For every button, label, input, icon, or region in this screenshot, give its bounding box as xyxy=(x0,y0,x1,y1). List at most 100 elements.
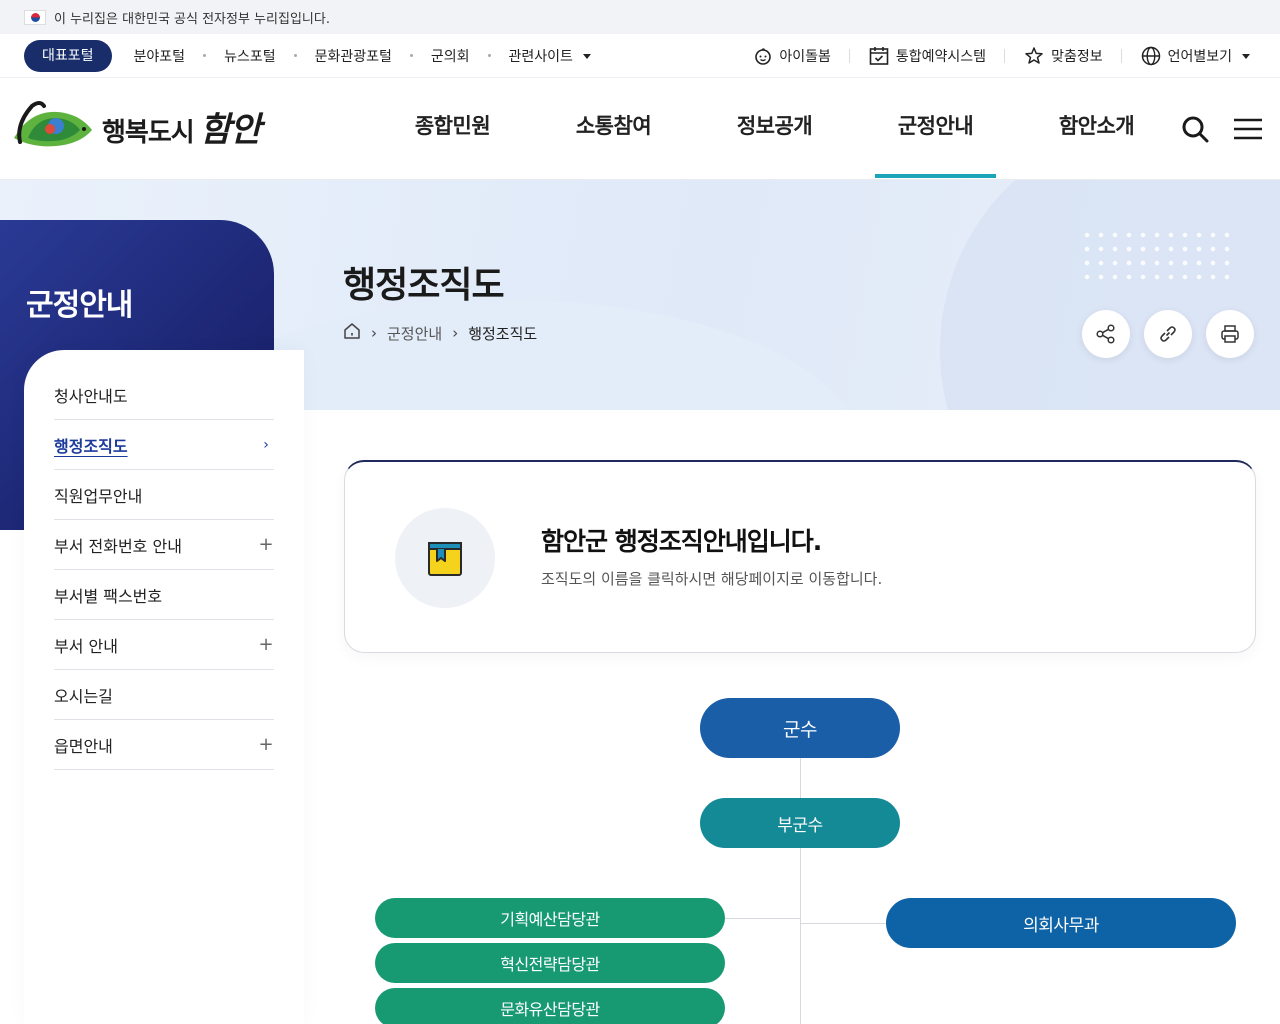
baby-face-icon xyxy=(755,48,772,65)
sidebar-item-dept-phone[interactable]: 부서 전화번호 안내 + xyxy=(54,520,274,570)
search-button[interactable] xyxy=(1180,114,1210,148)
separator xyxy=(1004,49,1006,63)
portal-link-field[interactable]: 분야포털 xyxy=(134,46,186,66)
util-custom-info-label: 맞춤정보 xyxy=(1051,49,1103,65)
org-node-planning-budget[interactable]: 기획예산담당관 xyxy=(375,898,725,938)
caret-down-icon xyxy=(1242,53,1250,59)
util-childcare-label: 아이돌봄 xyxy=(779,49,831,65)
caret-down-icon xyxy=(582,54,591,59)
plus-icon[interactable]: + xyxy=(258,634,274,655)
separator xyxy=(1120,49,1122,63)
sidebar-item-label: 행정조직도 xyxy=(54,436,128,456)
print-button[interactable] xyxy=(1206,310,1254,358)
gnb-menu-participation[interactable]: 소통참여 xyxy=(533,78,694,178)
share-icon xyxy=(1096,324,1115,344)
sidebar-item-office-map[interactable]: 청사안내도 xyxy=(54,370,274,420)
util-language-label: 언어별보기 xyxy=(1167,49,1232,65)
separator-dot xyxy=(203,54,207,57)
hamburger-menu-icon xyxy=(1234,118,1262,140)
org-node-cultural-heritage[interactable]: 문화유산담당관 xyxy=(375,988,725,1024)
site-logo[interactable]: 행복도시 함안 xyxy=(10,98,262,154)
separator xyxy=(848,49,850,63)
intro-icon-circle xyxy=(395,508,495,608)
org-connector-left xyxy=(725,918,800,919)
sidebar-item-staff-duties[interactable]: 직원업무안내 xyxy=(54,470,274,520)
separator-dot xyxy=(487,54,491,57)
gov-banner-text: 이 누리집은 대한민국 공식 전자정부 누리집입니다. xyxy=(54,11,330,27)
separator-dot xyxy=(409,54,413,57)
portal-link-news[interactable]: 뉴스포털 xyxy=(224,46,276,66)
breadcrumb-chevron-icon: › xyxy=(452,324,459,342)
breadcrumb-item-current: 행정조직도 xyxy=(468,324,538,343)
gnb-menu-administration[interactable]: 군정안내 xyxy=(855,78,1016,178)
sidebar-item-org-chart[interactable]: 행정조직도 › xyxy=(54,420,274,470)
breadcrumb-chevron-icon: › xyxy=(371,324,377,342)
gnb-menu-disclosure[interactable]: 정보공개 xyxy=(694,78,855,178)
calendar-check-icon xyxy=(869,47,889,65)
portal-bar: 대표포털 분야포털 뉴스포털 문화관광포털 군의회 관련사이트 아이돌봄 통합예… xyxy=(0,34,1280,78)
chevron-right-icon: › xyxy=(263,436,269,453)
breadcrumb: › 군정안내 › 행정조직도 xyxy=(343,322,537,344)
share-button[interactable] xyxy=(1082,310,1130,358)
org-node-innovation-strategy[interactable]: 혁신전략담당관 xyxy=(375,943,725,983)
global-nav: 종합민원 소통참여 정보공개 군정안내 함안소개 xyxy=(372,78,1177,178)
sidebar-item-directions[interactable]: 오시는길 xyxy=(54,670,274,720)
related-sites-label: 관련사이트 xyxy=(508,48,573,65)
sidebar-item-label: 부서 안내 xyxy=(54,636,118,656)
gnb-menu-about[interactable]: 함안소개 xyxy=(1016,78,1177,178)
korea-flag-icon xyxy=(24,9,46,25)
sidebar-item-dept-fax[interactable]: 부서별 팩스번호 xyxy=(54,570,274,620)
plus-icon[interactable]: + xyxy=(258,534,274,555)
portal-link-culture[interactable]: 문화관광포털 xyxy=(315,46,392,66)
sidebar-item-label: 부서별 팩스번호 xyxy=(54,586,163,606)
home-icon xyxy=(344,323,360,339)
page-tools xyxy=(1068,310,1254,358)
separator-dot xyxy=(293,54,297,57)
sidebar-item-label: 청사안내도 xyxy=(54,386,128,406)
haman-logo-icon xyxy=(14,101,92,147)
logo-text-script: 함안 xyxy=(199,109,262,150)
portal-link-related-sites[interactable]: 관련사이트 xyxy=(509,46,591,66)
util-childcare[interactable]: 아이돌봄 xyxy=(753,46,831,66)
org-connector-right xyxy=(800,923,886,924)
plus-icon[interactable]: + xyxy=(258,734,274,755)
sidebar-title: 군정안내 xyxy=(26,288,133,323)
search-icon xyxy=(1182,116,1209,143)
logo-text-main: 행복도시 xyxy=(102,117,195,148)
sidebar-item-dept-info[interactable]: 부서 안내 + xyxy=(54,620,274,670)
portal-link-council[interactable]: 군의회 xyxy=(431,46,470,66)
globe-icon xyxy=(1141,46,1160,66)
sidebar-item-label: 오시는길 xyxy=(54,686,113,706)
intro-box: 함안군 행정조직안내입니다. 조직도의 이름을 클릭하시면 해당페이지로 이동합… xyxy=(344,460,1256,653)
util-reservation-label: 통합예약시스템 xyxy=(895,49,987,65)
utility-menu: 아이돌봄 통합예약시스템 맞춤정보 언어별보기 xyxy=(753,34,1250,78)
sidebar-item-towns[interactable]: 읍면안내 + xyxy=(54,720,274,770)
intro-description: 조직도의 이름을 클릭하시면 해당페이지로 이동합니다. xyxy=(541,570,883,588)
all-menu-button[interactable] xyxy=(1232,116,1264,146)
portal-links: 분야포털 뉴스포털 문화관광포털 군의회 관련사이트 xyxy=(134,46,591,66)
intro-title: 함안군 행정조직안내입니다. xyxy=(541,527,822,556)
copy-link-button[interactable] xyxy=(1144,310,1192,358)
org-node-vice-governor[interactable]: 부군수 xyxy=(700,798,900,848)
org-node-council-office[interactable]: 의회사무과 xyxy=(886,898,1236,948)
sidebar-item-label: 직원업무안내 xyxy=(54,486,143,506)
local-nav: 청사안내도 행정조직도 › 직원업무안내 부서 전화번호 안내 + 부서별 팩스번호… xyxy=(24,350,304,1024)
printer-icon xyxy=(1221,325,1239,343)
sidebar-item-label: 읍면안내 xyxy=(54,736,113,756)
util-custom-info[interactable]: 맞춤정보 xyxy=(1023,45,1103,67)
util-language[interactable]: 언어별보기 xyxy=(1140,45,1250,67)
star-sparkle-icon xyxy=(1025,47,1043,64)
gnb-menu-civil[interactable]: 종합민원 xyxy=(372,78,533,178)
portal-main-button[interactable]: 대표포털 xyxy=(24,39,112,72)
gov-banner: 이 누리집은 대한민국 공식 전자정부 누리집입니다. xyxy=(0,0,1280,34)
decor-circle xyxy=(940,180,1280,410)
breadcrumb-item-administration[interactable]: 군정안내 xyxy=(387,323,442,344)
util-reservation[interactable]: 통합예약시스템 xyxy=(868,45,986,67)
page-title: 행정조직도 xyxy=(343,265,505,306)
logo-text: 행복도시 함안 xyxy=(102,102,262,151)
link-icon xyxy=(1160,326,1176,342)
decor-dots xyxy=(1080,228,1230,288)
org-node-governor[interactable]: 군수 xyxy=(700,698,900,758)
home-breadcrumb-link[interactable] xyxy=(343,322,361,344)
sidebar-item-label: 부서 전화번호 안내 xyxy=(54,536,182,556)
